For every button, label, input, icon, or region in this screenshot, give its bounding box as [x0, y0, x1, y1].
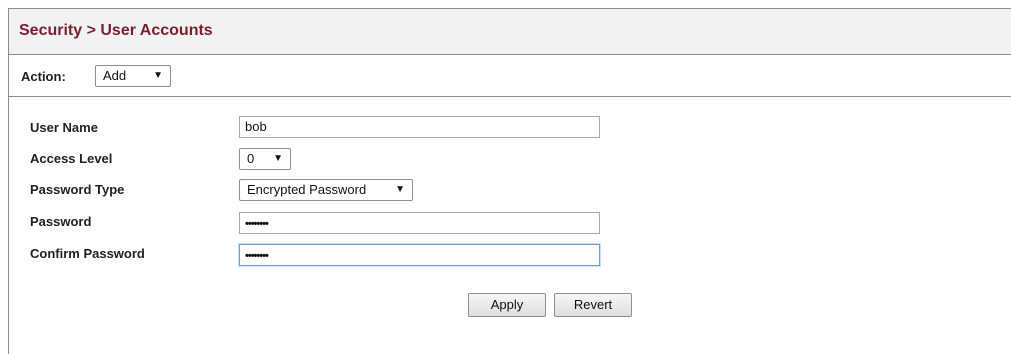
password-type-select[interactable]: Encrypted Password ▼ [239, 179, 413, 201]
dropdown-arrow-icon: ▼ [153, 70, 163, 81]
password-value: •••••••• [245, 218, 269, 230]
password-type-value: Encrypted Password [247, 182, 367, 197]
action-bar: Action: Add ▼ [9, 55, 1011, 97]
confirm-password-value: •••••••• [245, 250, 269, 262]
user-name-input[interactable]: bob [239, 116, 600, 138]
action-select-value: Add [103, 68, 127, 83]
confirm-password-input[interactable]: •••••••• [239, 244, 600, 266]
access-level-label: Access Level [30, 151, 113, 166]
password-input[interactable]: •••••••• [239, 212, 600, 234]
access-level-value: 0 [247, 151, 255, 166]
apply-button[interactable]: Apply [468, 293, 546, 317]
access-level-select[interactable]: 0 ▼ [239, 148, 291, 170]
title-bar: Security > User Accounts [9, 9, 1011, 55]
confirm-password-label: Confirm Password [30, 246, 145, 261]
revert-button[interactable]: Revert [554, 293, 632, 317]
password-label: Password [30, 214, 92, 229]
dropdown-arrow-icon: ▼ [395, 184, 405, 195]
password-type-label: Password Type [30, 182, 125, 197]
user-name-value: bob [245, 119, 267, 134]
content-frame: Security > User Accounts Action: Add ▼ U… [8, 8, 1011, 354]
action-select[interactable]: Add ▼ [95, 65, 171, 87]
action-label: Action: [21, 69, 66, 84]
page-title: Security > User Accounts [19, 22, 213, 39]
user-name-label: User Name [30, 120, 98, 135]
dropdown-arrow-icon: ▼ [273, 153, 283, 164]
